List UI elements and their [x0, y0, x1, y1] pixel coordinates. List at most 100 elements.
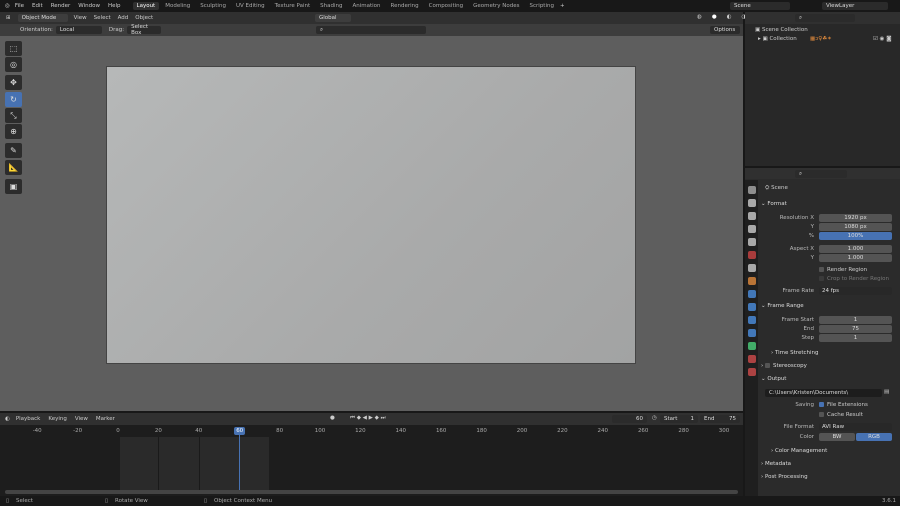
tab-modeling[interactable]: Modeling — [161, 2, 194, 10]
frame-range-panel-header[interactable]: ⌄ Frame Range — [761, 303, 897, 309]
menu-file[interactable]: File — [15, 3, 24, 9]
properties-tab-icon[interactable] — [748, 355, 756, 363]
output-path-field[interactable]: C:\Users\Kristen\Documents\ — [765, 389, 882, 397]
editor-type-icon[interactable]: ⊞ — [6, 15, 11, 21]
outliner-search[interactable]: ⌕ — [795, 14, 855, 22]
timeline[interactable] — [0, 413, 743, 496]
viewport-menu-add[interactable]: Add — [118, 15, 129, 21]
tab-sculpting[interactable]: Sculpting — [196, 2, 230, 10]
visibility-icons[interactable]: ☑ ◉ ◙ — [873, 36, 892, 42]
aspect-x-field[interactable]: 1.000 — [819, 245, 892, 253]
time-stretching-subpanel[interactable]: › Time Stretching — [771, 350, 900, 356]
properties-tab-icon[interactable] — [748, 368, 756, 376]
properties-tab-icon[interactable] — [748, 303, 756, 311]
file-format-dropdown[interactable]: AVI Raw — [819, 423, 892, 431]
metadata-panel[interactable]: › Metadata — [761, 461, 897, 467]
stereoscopy-panel[interactable]: › Stereoscopy — [761, 363, 897, 369]
tab-uv-editing[interactable]: UV Editing — [232, 2, 269, 10]
tab-texture-paint[interactable]: Texture Paint — [271, 2, 315, 10]
res-x-field[interactable]: 1920 px — [819, 214, 892, 222]
timeline-menu-marker[interactable]: Marker — [96, 416, 115, 422]
color-bw-button[interactable]: BW — [819, 433, 855, 441]
timeline-editor-icon[interactable]: ◐ — [5, 416, 10, 422]
tab-shading[interactable]: Shading — [316, 2, 346, 10]
rotate-icon[interactable]: ↻ — [5, 92, 22, 107]
properties-tab-icon[interactable] — [748, 238, 756, 246]
scale-icon[interactable]: ⤡ — [5, 108, 22, 123]
post-processing-panel[interactable]: › Post Processing — [761, 474, 897, 480]
timeline-header: ◐ Playback Keying View Marker ● ⏮ ◆ ◀ ▶ ◆ ⏭… — [0, 413, 743, 425]
viewport-menu-object[interactable]: Object — [135, 15, 153, 21]
add-cube-icon[interactable]: ▣ — [5, 179, 22, 194]
transform-orientation[interactable]: Global — [315, 14, 351, 22]
orientation-dropdown[interactable]: Local — [55, 26, 102, 34]
wireframe-shading-icon[interactable]: ◍ — [697, 14, 702, 20]
timeline-menu-view[interactable]: View — [75, 416, 88, 422]
view-layer-selector[interactable]: ViewLayer — [822, 2, 888, 10]
mode-selector[interactable]: Object Mode — [17, 14, 68, 22]
cache-result-checkbox[interactable]: Cache Result — [819, 412, 863, 418]
res-pct-field[interactable]: 100% — [819, 232, 892, 240]
measure-icon[interactable]: 📐 — [5, 160, 22, 175]
frame-step-field[interactable]: 1 — [819, 334, 892, 342]
output-panel-header[interactable]: ⌄ Output — [761, 376, 897, 382]
viewport-menu-view[interactable]: View — [74, 15, 87, 21]
record-icon[interactable]: ● — [330, 415, 335, 421]
tab-scripting[interactable]: Scripting — [526, 2, 558, 10]
frame-end-field[interactable]: 75 — [819, 325, 892, 333]
timeline-tick-label: 260 — [637, 428, 649, 434]
res-y-field[interactable]: 1080 px — [819, 223, 892, 231]
material-shading-icon[interactable]: ◐ — [727, 14, 732, 20]
frame-start-field[interactable]: 1 — [819, 316, 892, 324]
file-extensions-checkbox[interactable]: File Extensions — [819, 402, 868, 408]
solid-shading-icon[interactable]: ● — [712, 14, 717, 20]
menu-edit[interactable]: Edit — [32, 3, 43, 9]
cursor-icon[interactable]: ◎ — [5, 57, 22, 72]
playhead-frame-indicator[interactable]: 60 — [234, 427, 246, 435]
add-workspace-button[interactable]: + — [560, 3, 565, 9]
tab-animation[interactable]: Animation — [348, 2, 384, 10]
scene-selector[interactable]: Scene — [730, 2, 790, 10]
start-frame-field[interactable]: Start 1 — [660, 415, 698, 423]
end-frame-field[interactable]: End 75 — [700, 415, 740, 423]
drag-dropdown[interactable]: Select Box — [127, 24, 162, 36]
select-box-icon[interactable]: ⬚ — [5, 41, 22, 56]
timeline-menu-keying[interactable]: Keying — [48, 416, 66, 422]
menu-help[interactable]: Help — [108, 3, 121, 9]
tab-rendering[interactable]: Rendering — [387, 2, 423, 10]
tab-layout[interactable]: Layout — [132, 2, 160, 10]
render-region-checkbox[interactable]: Render Region — [819, 267, 867, 273]
menu-window[interactable]: Window — [78, 3, 100, 9]
frame-rate-dropdown[interactable]: 24 fps — [819, 287, 892, 295]
current-frame-field[interactable]: 60 — [612, 415, 647, 423]
properties-search[interactable]: ⌕ — [795, 170, 847, 178]
blender-logo-icon[interactable]: ◎ — [5, 3, 10, 9]
stopwatch-icon[interactable]: ◷ — [652, 415, 657, 421]
tab-compositing[interactable]: Compositing — [425, 2, 467, 10]
properties-tab-icon[interactable] — [748, 342, 756, 350]
properties-tab-icon[interactable] — [748, 186, 756, 194]
format-panel-header[interactable]: ⌄ Format — [761, 201, 897, 207]
collection-row[interactable]: ▸ ▣ Collection ▦ↄ♀☘✶ ☑ ◉ ◙ — [758, 36, 898, 42]
aspect-y-field[interactable]: 1.000 — [819, 254, 892, 262]
properties-tab-icon[interactable] — [748, 277, 756, 285]
crop-checkbox[interactable]: Crop to Render Region — [819, 276, 889, 282]
tab-geometry-nodes[interactable]: Geometry Nodes — [469, 2, 523, 10]
scene-collection-row[interactable]: ▣ Scene Collection — [755, 27, 808, 33]
properties-tab-icon[interactable] — [748, 199, 756, 207]
viewport-menu-select[interactable]: Select — [94, 15, 111, 21]
color-rgb-button[interactable]: RGB — [856, 433, 892, 441]
menu-render[interactable]: Render — [51, 3, 71, 9]
properties-tab-icon[interactable] — [748, 264, 756, 272]
annotate-icon[interactable]: ✎ — [5, 143, 22, 158]
playhead-line[interactable] — [239, 432, 241, 494]
move-icon[interactable]: ✥ — [5, 75, 22, 90]
options-button[interactable]: Options — [710, 26, 740, 34]
folder-icon[interactable]: ▤ — [884, 389, 889, 395]
timeline-scrollbar[interactable] — [5, 490, 738, 494]
transform-icon[interactable]: ⊕ — [5, 124, 22, 139]
search-input[interactable]: ⌕ — [316, 26, 426, 34]
timeline-menu-playback[interactable]: Playback — [16, 416, 41, 422]
color-management-subpanel[interactable]: › Color Management — [771, 448, 900, 454]
playback-controls[interactable]: ⏮ ◆ ◀ ▶ ◆ ⏭ — [350, 415, 386, 422]
